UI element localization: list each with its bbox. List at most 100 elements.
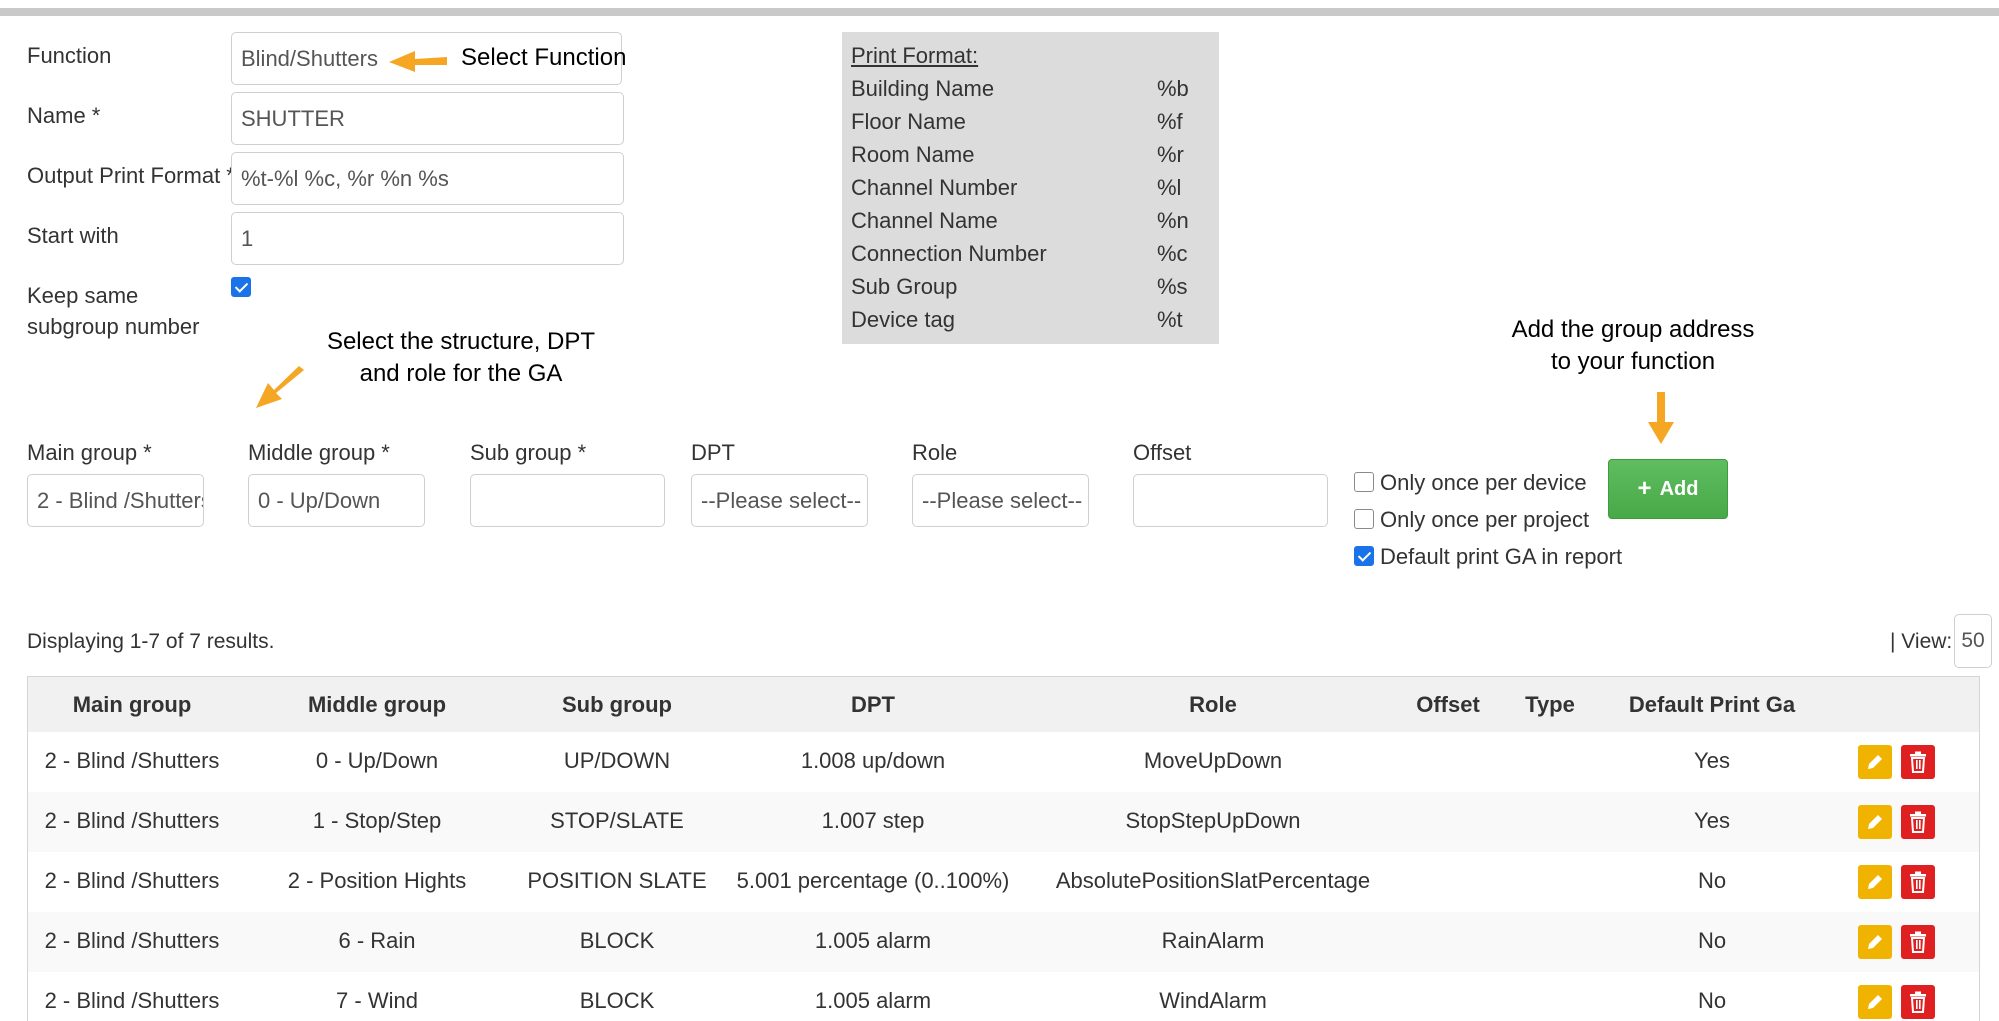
default-print-ga-checkbox[interactable] <box>1354 546 1374 566</box>
delete-button[interactable] <box>1901 925 1935 959</box>
cell-main-group: 2 - Blind /Shutters <box>44 748 220 773</box>
print-format-name: Floor Name <box>851 109 966 134</box>
table-row: 2 - Blind /Shutters 1 - Stop/Step STOP/S… <box>28 792 1979 852</box>
callout-select-structure: Select the structure, DPT and role for t… <box>318 326 604 390</box>
page-size-value: 50 <box>1961 629 1985 652</box>
only-once-project-checkbox[interactable] <box>1354 509 1374 529</box>
trash-icon <box>1910 751 1926 773</box>
col-main-group[interactable]: Main group <box>73 692 192 718</box>
edit-button[interactable] <box>1858 925 1892 959</box>
cell-role: WindAlarm <box>1159 988 1267 1013</box>
cell-default-print-ga: No <box>1697 868 1727 893</box>
delete-button[interactable] <box>1901 865 1935 899</box>
col-sub-group[interactable]: Sub group <box>562 692 672 718</box>
output-format-input[interactable]: %t-%l %c, %r %n %s <box>231 152 624 205</box>
add-ga-button[interactable]: + Add <box>1608 459 1728 519</box>
table-row: 2 - Blind /Shutters 7 - Wind BLOCK 1.005… <box>28 972 1979 1021</box>
callout-add-ga: Add the group address to your function <box>1490 314 1776 378</box>
callout-line: to your function <box>1550 348 1716 375</box>
col-role[interactable]: Role <box>1189 692 1237 718</box>
pencil-icon <box>1868 755 1882 769</box>
print-format-name: Sub Group <box>851 274 958 299</box>
middle-group-select[interactable]: 0 - Up/Down <box>248 474 425 527</box>
edit-button[interactable] <box>1858 805 1892 839</box>
offset-input[interactable] <box>1133 474 1328 527</box>
pencil-icon <box>1868 875 1882 889</box>
trash-icon <box>1910 871 1926 893</box>
pencil-icon <box>1868 995 1882 1009</box>
arrow-icon <box>389 51 447 72</box>
col-type[interactable]: Type <box>1525 692 1575 718</box>
dpt-select[interactable]: --Please select-- <box>691 474 868 527</box>
dpt-value: --Please select-- <box>701 487 862 513</box>
cell-sub-group: UP/DOWN <box>563 748 671 773</box>
cell-dpt: 5.001 percentage (0..100%) <box>736 868 1010 893</box>
cell-sub-group: STOP/SLATE <box>550 808 684 833</box>
arrow-icon <box>1648 392 1674 444</box>
cell-sub-group: BLOCK <box>579 928 655 953</box>
add-button-label: Add <box>1659 477 1699 500</box>
table-header: Main group Middle group Sub group DPT Ro… <box>28 677 1979 732</box>
cell-default-print-ga: Yes <box>1694 808 1730 833</box>
print-format-code: %n <box>1157 208 1189 233</box>
sub-group-input[interactable] <box>470 474 665 527</box>
main-group-select[interactable]: 2 - Blind /Shutters <box>27 474 204 527</box>
col-middle-group[interactable]: Middle group <box>308 692 446 718</box>
pencil-icon <box>1868 815 1882 829</box>
cell-main-group: 2 - Blind /Shutters <box>44 928 220 953</box>
col-dpt[interactable]: DPT <box>851 692 895 718</box>
edit-button[interactable] <box>1858 985 1892 1019</box>
main-group-label: Main group * <box>27 440 152 465</box>
results-summary: Displaying 1-7 of 7 results. <box>27 630 275 653</box>
callout-select-function: Select Function <box>461 44 627 71</box>
page-size-select[interactable]: 50 <box>1954 614 1992 668</box>
cell-role: StopStepUpDown <box>1125 808 1301 833</box>
start-with-value: 1 <box>241 225 254 251</box>
cell-default-print-ga: No <box>1697 928 1727 953</box>
print-format-code: %f <box>1157 109 1183 134</box>
trash-icon <box>1910 931 1926 953</box>
role-select[interactable]: --Please select-- <box>912 474 1089 527</box>
print-format-code: %r <box>1157 142 1184 167</box>
table-row: 2 - Blind /Shutters 2 - Position Hights … <box>28 852 1979 912</box>
print-format-name: Building Name <box>851 76 995 101</box>
edit-button[interactable] <box>1858 745 1892 779</box>
print-format-code: %c <box>1157 241 1188 266</box>
middle-group-label: Middle group * <box>248 440 390 465</box>
cell-default-print-ga: No <box>1697 988 1727 1013</box>
cell-sub-group: POSITION SLATE <box>527 868 707 893</box>
dpt-label: DPT <box>691 440 735 465</box>
top-divider <box>0 8 1999 16</box>
cell-main-group: 2 - Blind /Shutters <box>44 988 220 1013</box>
name-label: Name * <box>27 103 101 128</box>
edit-button[interactable] <box>1858 865 1892 899</box>
start-with-input[interactable]: 1 <box>231 212 624 265</box>
keep-subgroup-label: Keep same subgroup number <box>27 283 200 339</box>
only-once-device-checkbox[interactable] <box>1354 472 1374 492</box>
cell-main-group: 2 - Blind /Shutters <box>44 868 220 893</box>
function-value: Blind/Shutters <box>241 45 378 71</box>
delete-button[interactable] <box>1901 985 1935 1019</box>
col-default-print-ga[interactable]: Default Print Ga <box>1629 692 1795 718</box>
cell-middle-group: 6 - Rain <box>338 928 416 953</box>
name-input[interactable]: SHUTTER <box>231 92 624 145</box>
cell-role: RainAlarm <box>1161 928 1265 953</box>
start-with-label: Start with <box>27 223 119 248</box>
delete-button[interactable] <box>1901 745 1935 779</box>
trash-icon <box>1910 811 1926 833</box>
role-label: Role <box>912 440 958 465</box>
print-format-panel: Print Format: Building Name %b Floor Name… <box>842 32 1219 344</box>
col-offset[interactable]: Offset <box>1416 692 1480 718</box>
only-once-device-label: Only once per device <box>1380 470 1587 495</box>
output-format-label: Output Print Format * <box>27 163 235 188</box>
print-format-code: %t <box>1157 307 1183 332</box>
callout-line: and role for the GA <box>359 360 563 387</box>
table-row: 2 - Blind /Shutters 0 - Up/Down UP/DOWN … <box>28 732 1979 792</box>
callout-line: Select the structure, DPT <box>326 328 596 355</box>
name-value: SHUTTER <box>241 105 345 131</box>
delete-button[interactable] <box>1901 805 1935 839</box>
cell-middle-group: 1 - Stop/Step <box>312 808 442 833</box>
cell-dpt: 1.007 step <box>821 808 925 833</box>
keep-subgroup-checkbox[interactable] <box>231 277 251 297</box>
print-format-code: %b <box>1157 76 1189 101</box>
